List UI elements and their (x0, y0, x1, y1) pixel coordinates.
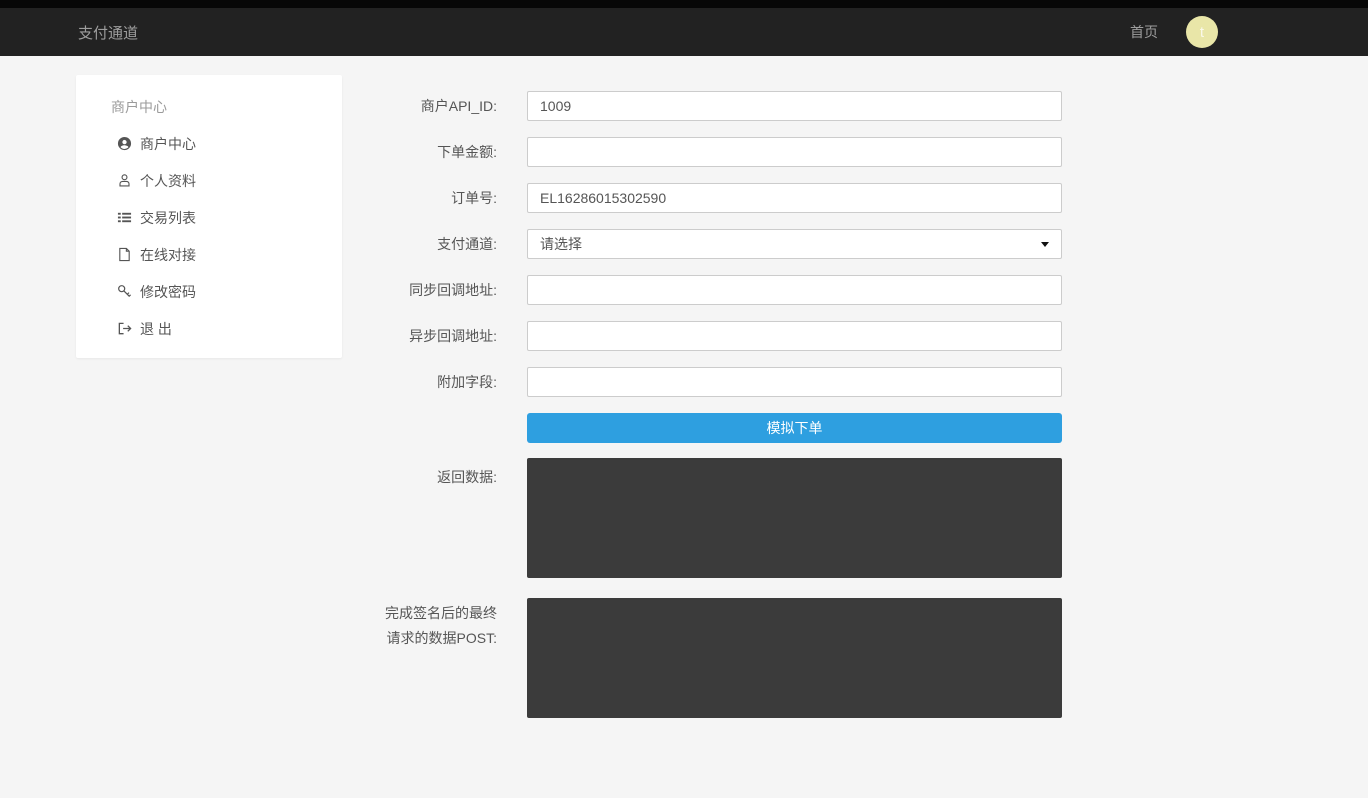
sync-callback-label: 同步回调地址: (380, 275, 497, 305)
sign-out-icon (117, 321, 132, 336)
nav-home-link[interactable]: 首页 (1130, 22, 1158, 42)
order-amount-label: 下单金额: (380, 137, 497, 167)
user-circle-icon (117, 136, 132, 151)
page: 支付通道 首页 t 商户中心 商户中心 个人资料 交易列表 (0, 0, 1368, 798)
extra-field-label: 附加字段: (380, 367, 497, 397)
sidebar-item-label: 修改密码 (140, 282, 196, 302)
response-data-label: 返回数据: (380, 458, 497, 492)
order-number-label: 订单号: (380, 183, 497, 213)
person-icon (117, 173, 132, 188)
sidebar-item-change-password[interactable]: 修改密码 (76, 273, 342, 310)
payment-channel-select-wrap: 请选择 (527, 229, 1062, 259)
order-number-input[interactable] (527, 183, 1062, 213)
sidebar-item-label: 交易列表 (140, 208, 196, 228)
merchant-api-id-input[interactable] (527, 91, 1062, 121)
async-callback-label: 异步回调地址: (380, 321, 497, 351)
sidebar-item-label: 在线对接 (140, 245, 196, 265)
sidebar-item-label: 退 出 (140, 319, 172, 339)
sidebar-header: 商户中心 (76, 75, 342, 125)
user-avatar[interactable]: t (1186, 16, 1218, 48)
order-amount-input[interactable] (527, 137, 1062, 167)
list-icon (117, 210, 132, 225)
merchant-api-id-label: 商户API_ID: (380, 91, 497, 121)
response-data-area[interactable] (527, 458, 1062, 578)
sidebar-item-online-integration[interactable]: 在线对接 (76, 236, 342, 273)
sidebar-item-merchant-center[interactable]: 商户中心 (76, 125, 342, 162)
sidebar-item-label: 商户中心 (140, 134, 196, 154)
simulate-order-button[interactable]: 模拟下单 (527, 413, 1062, 443)
navbar-brand[interactable]: 支付通道 (78, 22, 138, 43)
sidebar-item-profile[interactable]: 个人资料 (76, 162, 342, 199)
sidebar-item-label: 个人资料 (140, 171, 196, 191)
payment-channel-select[interactable]: 请选择 (527, 229, 1062, 259)
async-callback-input[interactable] (527, 321, 1062, 351)
key-icon (117, 284, 132, 299)
navbar: 支付通道 首页 t (0, 8, 1368, 56)
sidebar-item-logout[interactable]: 退 出 (76, 310, 342, 347)
file-icon (117, 247, 132, 262)
signed-post-area[interactable] (527, 598, 1062, 718)
signed-post-label: 完成签名后的最终请求的数据POST: (380, 601, 497, 651)
top-strip (0, 0, 1368, 8)
sync-callback-input[interactable] (527, 275, 1062, 305)
sidebar: 商户中心 商户中心 个人资料 交易列表 在线对接 (76, 75, 342, 358)
payment-channel-label: 支付通道: (380, 229, 497, 259)
extra-field-input[interactable] (527, 367, 1062, 397)
navbar-right: 首页 t (1130, 16, 1218, 48)
sidebar-item-transactions[interactable]: 交易列表 (76, 199, 342, 236)
